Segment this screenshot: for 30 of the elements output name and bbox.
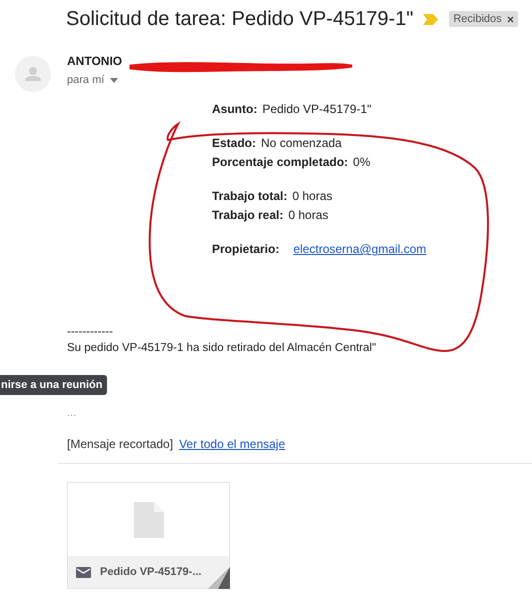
attachment-card[interactable]: Pedido VP-45179-...	[67, 482, 230, 589]
tooltip: nirse a una reunión	[0, 375, 108, 395]
message-text: Su pedido VP-45179-1 ha sido retirado del Almacén Central"	[67, 342, 378, 354]
sender-name: ANTONIO	[67, 54, 122, 68]
field-label: Porcentaje completado:	[212, 155, 348, 169]
clipped-note: [Mensaje recortado]	[67, 437, 174, 451]
mail-icon	[76, 566, 91, 578]
field-label: Propietario:	[212, 242, 280, 256]
field-label: Trabajo real:	[212, 208, 284, 222]
separator-text: ------------	[67, 326, 114, 338]
inbox-label-chip[interactable]: Recibidos	[449, 11, 518, 27]
file-icon	[134, 502, 164, 538]
folded-corner-icon	[208, 567, 230, 589]
field-value: 0 horas	[288, 208, 328, 222]
field-value: 0%	[353, 155, 370, 169]
field-label: Estado:	[212, 136, 256, 150]
email-subject: Solicitud de tarea: Pedido VP-45179-1"	[66, 8, 414, 30]
attachment-name: Pedido VP-45179-...	[100, 566, 202, 578]
avatar-icon	[15, 56, 51, 92]
caret-icon	[110, 78, 118, 82]
field-value: No comenzada	[261, 136, 342, 150]
field-value: 0 horas	[292, 189, 332, 203]
view-message-link[interactable]: Ver todo el mensaje	[179, 437, 286, 451]
field-label: Asunto:	[212, 102, 258, 116]
field-value: Pedido VP-45179-1"	[262, 102, 372, 116]
importance-marker-icon[interactable]	[423, 14, 438, 24]
recipient-menu[interactable]: para mí	[67, 74, 122, 86]
close-icon[interactable]	[506, 16, 514, 22]
field-label: Trabajo total:	[212, 189, 288, 203]
email-link[interactable]: electroserna@gmail.com	[293, 242, 426, 256]
